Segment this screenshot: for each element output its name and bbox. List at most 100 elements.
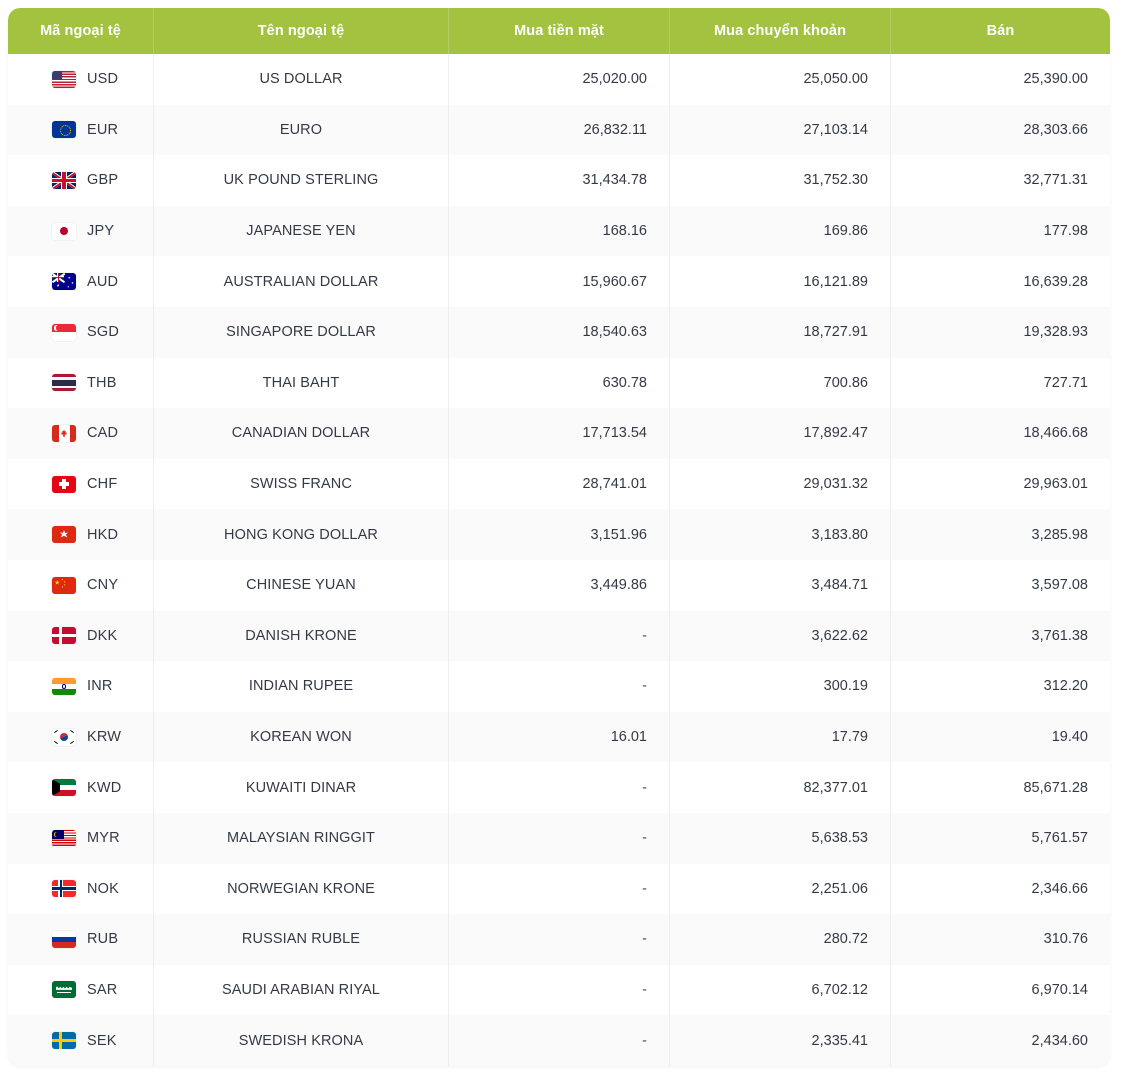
gb-flag-icon bbox=[52, 171, 76, 189]
cell-currency-code: INR bbox=[8, 661, 154, 712]
table-row[interactable]: RUB RUSSIAN RUBLE -280.72 310.76 bbox=[8, 914, 1110, 965]
cell-currency-code: CAD bbox=[8, 408, 154, 459]
table-row[interactable]: AUD AUSTRALIAN DOLLAR 15,960.67 16,121.89 16… bbox=[8, 256, 1110, 307]
page-root: Mã ngoại tệ Tên ngoại tệ Mua tiền mặt Mu… bbox=[0, 0, 1125, 1080]
au-flag-icon bbox=[52, 273, 76, 291]
cell-currency-code: MYR bbox=[8, 812, 154, 864]
dk-flag-icon bbox=[52, 627, 76, 645]
cell-buy-transfer: 2,251.06 bbox=[670, 863, 891, 915]
cell-buy-transfer: 29,031.32 bbox=[670, 458, 891, 510]
cell-sell: 28,303.66 bbox=[891, 104, 1110, 156]
cell-currency-name: HONG KONG DOLLAR bbox=[154, 509, 449, 560]
table-row[interactable]: KWD KUWAITI DINAR -82,377.01 85,671.28 bbox=[8, 762, 1110, 813]
currency-code-label: INR bbox=[87, 678, 113, 695]
cell-buy-cash: - bbox=[449, 661, 670, 712]
cell-sell: 312.20 bbox=[891, 661, 1110, 712]
cell-currency-name: CANADIAN DOLLAR bbox=[154, 408, 449, 459]
us-flag-icon bbox=[52, 70, 76, 88]
cell-buy-cash: 17,713.54 bbox=[449, 408, 670, 459]
cell-currency-name: EURO bbox=[154, 104, 449, 156]
cell-sell: 3,597.08 bbox=[891, 559, 1110, 611]
table-row[interactable]: THB THAI BAHT 630.78 700.86 727.71 bbox=[8, 357, 1110, 409]
cell-buy-transfer: 3,484.71 bbox=[670, 559, 891, 611]
cell-sell: 2,434.60 bbox=[891, 1015, 1110, 1066]
table-body: USD US DOLLAR 25,020.00 25,050.00 25,390.00 E… bbox=[8, 54, 1110, 1066]
cell-buy-cash: 630.78 bbox=[449, 357, 670, 409]
column-header-name[interactable]: Tên ngoại tệ bbox=[154, 8, 449, 54]
column-header-buy-transfer[interactable]: Mua chuyển khoản bbox=[670, 8, 891, 54]
cell-currency-code: NOK bbox=[8, 863, 154, 915]
currency-code-label: SEK bbox=[87, 1032, 117, 1049]
column-header-buy-cash[interactable]: Mua tiền mặt bbox=[449, 8, 670, 54]
table-row[interactable]: KRW KOREAN WON 16.01 17.79 19.40 bbox=[8, 711, 1110, 763]
kr-flag-icon bbox=[52, 728, 76, 746]
table-row[interactable]: JPY JAPANESE YEN 168.16 169.86 177.98 bbox=[8, 205, 1110, 257]
cell-currency-name: SWEDISH KRONA bbox=[154, 1015, 449, 1066]
cell-buy-cash: 31,434.78 bbox=[449, 155, 670, 206]
currency-code-label: CHF bbox=[87, 476, 118, 493]
cell-buy-transfer: 17.79 bbox=[670, 711, 891, 763]
cell-currency-code: SEK bbox=[8, 1015, 154, 1066]
currency-code-label: RUB bbox=[87, 931, 119, 948]
currency-code-label: CNY bbox=[87, 577, 119, 594]
cell-buy-transfer: 300.19 bbox=[670, 661, 891, 712]
cn-flag-icon bbox=[52, 576, 76, 594]
cell-buy-transfer: 82,377.01 bbox=[670, 762, 891, 813]
cell-currency-name: NORWEGIAN KRONE bbox=[154, 863, 449, 915]
table-row[interactable]: DKK DANISH KRONE -3,622.62 3,761.38 bbox=[8, 610, 1110, 662]
cell-buy-cash: 18,540.63 bbox=[449, 306, 670, 358]
table-row[interactable]: INR INDIAN RUPEE -300.19 312.20 bbox=[8, 661, 1110, 712]
currency-code-label: JPY bbox=[87, 223, 115, 240]
table-row[interactable]: HKD HONG KONG DOLLAR 3,151.96 3,183.80 3,285… bbox=[8, 509, 1110, 560]
cell-buy-cash: 16.01 bbox=[449, 711, 670, 763]
cell-buy-transfer: 280.72 bbox=[670, 914, 891, 965]
cell-buy-cash: - bbox=[449, 914, 670, 965]
cell-sell: 2,346.66 bbox=[891, 863, 1110, 915]
cell-currency-code: JPY bbox=[8, 205, 154, 257]
cell-currency-name: MALAYSIAN RINGGIT bbox=[154, 812, 449, 864]
cell-buy-transfer: 169.86 bbox=[670, 205, 891, 257]
cell-currency-code: KRW bbox=[8, 711, 154, 763]
table-row[interactable]: CNY CHINESE YUAN 3,449.86 3,484.71 3,597.08 bbox=[8, 559, 1110, 611]
th-flag-icon bbox=[52, 374, 76, 392]
cell-sell: 32,771.31 bbox=[891, 155, 1110, 206]
cell-currency-code: DKK bbox=[8, 610, 154, 662]
cell-buy-cash: 168.16 bbox=[449, 205, 670, 257]
cell-currency-code: THB bbox=[8, 357, 154, 409]
table-row[interactable]: USD US DOLLAR 25,020.00 25,050.00 25,390.00 bbox=[8, 54, 1110, 105]
cell-buy-cash: 28,741.01 bbox=[449, 458, 670, 510]
currency-code-label: CAD bbox=[87, 425, 119, 442]
cell-buy-transfer: 27,103.14 bbox=[670, 104, 891, 156]
cell-sell: 727.71 bbox=[891, 357, 1110, 409]
table-row[interactable]: SEK SWEDISH KRONA -2,335.41 2,434.60 bbox=[8, 1015, 1110, 1066]
currency-code-label: MYR bbox=[87, 830, 120, 847]
table-row[interactable]: NOK NORWEGIAN KRONE -2,251.06 2,346.66 bbox=[8, 863, 1110, 915]
cell-buy-cash: - bbox=[449, 863, 670, 915]
table-row[interactable]: SGD SINGAPORE DOLLAR 18,540.63 18,727.91 19,… bbox=[8, 306, 1110, 358]
cell-buy-cash: 3,151.96 bbox=[449, 509, 670, 560]
currency-code-label: KWD bbox=[87, 779, 122, 796]
cell-currency-name: KUWAITI DINAR bbox=[154, 762, 449, 813]
currency-code-label: EUR bbox=[87, 121, 119, 138]
cell-buy-transfer: 5,638.53 bbox=[670, 812, 891, 864]
table-row[interactable]: MYR MALAYSIAN RINGGIT -5,638.53 5,761.57 bbox=[8, 812, 1110, 864]
table-row[interactable]: EUR EURO 26,832.11 27,103.14 28,303.66 bbox=[8, 104, 1110, 156]
cell-buy-cash: - bbox=[449, 610, 670, 662]
cell-currency-name: AUSTRALIAN DOLLAR bbox=[154, 256, 449, 307]
cell-buy-transfer: 3,183.80 bbox=[670, 509, 891, 560]
in-flag-icon bbox=[52, 677, 76, 695]
cell-currency-name: UK POUND STERLING bbox=[154, 155, 449, 206]
cell-currency-name: US DOLLAR bbox=[154, 54, 449, 105]
cell-buy-transfer: 700.86 bbox=[670, 357, 891, 409]
column-header-sell[interactable]: Bán bbox=[891, 8, 1110, 54]
cell-sell: 310.76 bbox=[891, 914, 1110, 965]
currency-code-label: NOK bbox=[87, 880, 120, 897]
table-row[interactable]: CAD CANADIAN DOLLAR 17,713.54 17,892.47 18,4… bbox=[8, 408, 1110, 459]
cell-sell: 3,761.38 bbox=[891, 610, 1110, 662]
table-row[interactable]: SAR SAUDI ARABIAN RIYAL -6,702.12 6,970.14 bbox=[8, 964, 1110, 1016]
table-row[interactable]: CHF SWISS FRANC 28,741.01 29,031.32 29,963.0… bbox=[8, 458, 1110, 510]
cell-buy-cash: - bbox=[449, 762, 670, 813]
table-row[interactable]: GBP UK POUND STERLING 31,434.78 31,752.30 32… bbox=[8, 155, 1110, 206]
column-header-code[interactable]: Mã ngoại tệ bbox=[8, 8, 154, 54]
se-flag-icon bbox=[52, 1032, 76, 1050]
